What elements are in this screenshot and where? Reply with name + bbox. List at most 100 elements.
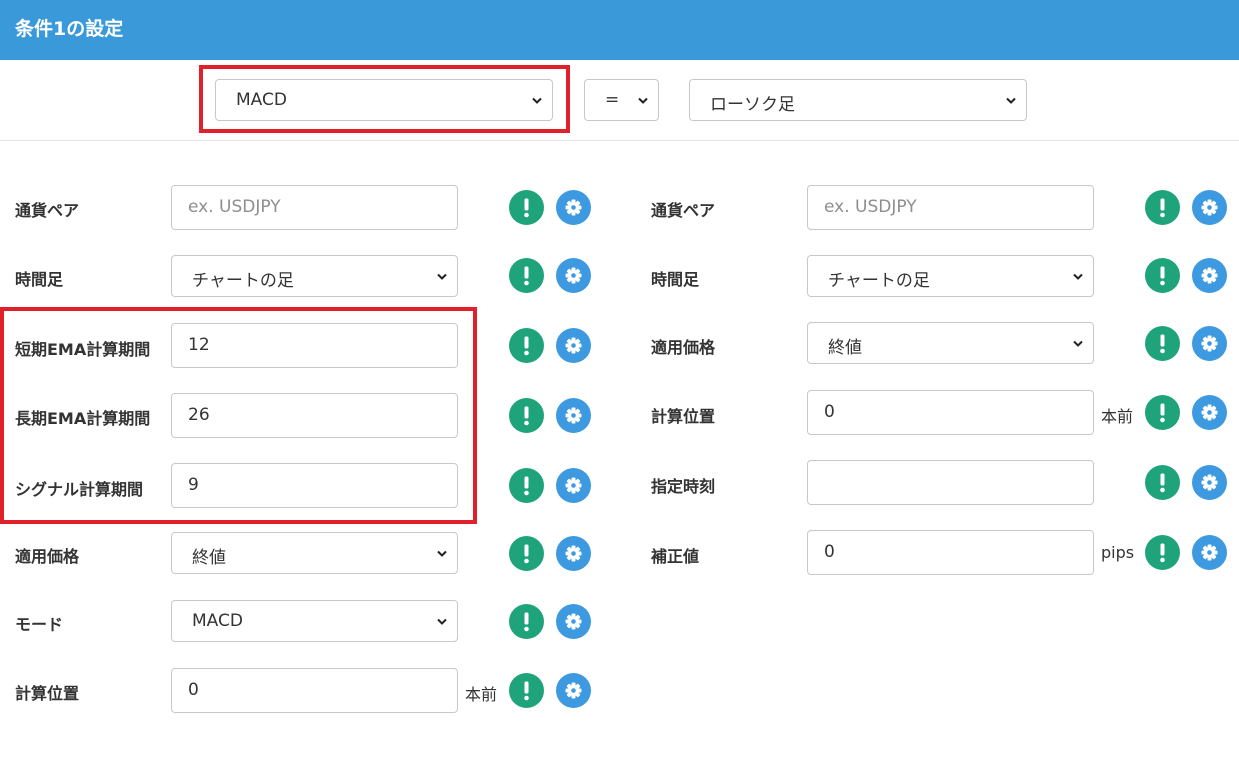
left-signal-settings-button[interactable] [556,468,591,503]
gear-icon [1201,335,1218,352]
gear-icon [1201,474,1218,491]
left-pair-input[interactable]: ex. USDJPY [171,185,458,230]
gear-icon [1201,267,1218,284]
right-price-select[interactable]: 終値 [807,322,1094,364]
chevron-down-icon [437,273,447,280]
condition-selector-row: MACD = ローソク足 [0,60,1239,141]
gear-icon [565,199,582,216]
right-price-value: 終値 [828,338,862,358]
left-price-info-button[interactable] [509,536,544,571]
right-price-info-button[interactable] [1145,326,1180,361]
right-time-input[interactable] [807,460,1094,505]
left-signal-info-button[interactable] [509,468,544,503]
left-mode-value: MACD [192,611,243,631]
gear-icon [565,407,582,424]
right-position-unit: 本前 [1101,407,1134,426]
gear-icon [1201,544,1218,561]
left-timeframe-label: 時間足 [15,270,64,289]
left-price-settings-button[interactable] [556,536,591,571]
gear-icon [565,613,582,630]
left-price-select[interactable]: 終値 [171,532,458,574]
gear-icon [565,337,582,354]
exclamation-icon [524,266,529,286]
right-price-label: 適用価格 [651,338,716,357]
right-pair-info-button[interactable] [1145,190,1180,225]
right-offset-label: 補正値 [651,547,700,566]
operator-select-value: = [605,90,620,110]
chevron-down-icon [1073,340,1083,347]
right-pair-settings-button[interactable] [1192,190,1227,225]
right-offset-settings-button[interactable] [1192,535,1227,570]
chevron-down-icon [437,618,447,625]
exclamation-icon [524,544,529,564]
chevron-down-icon [437,550,447,557]
page-header: 条件1の設定 [0,0,1239,60]
gear-icon [1201,199,1218,216]
exclamation-icon [1160,543,1165,563]
left-pair-settings-button[interactable] [556,190,591,225]
ema-params-highlight-box [0,307,477,524]
right-offset-input[interactable]: 0 [807,530,1094,575]
right-timeframe-value: チャートの足 [828,271,930,291]
right-offset-unit: pips [1101,543,1135,562]
right-timeframe-select[interactable]: チャートの足 [807,255,1094,297]
left-mode-settings-button[interactable] [556,604,591,639]
gear-icon [565,545,582,562]
chevron-down-icon [1073,273,1083,280]
exclamation-icon [524,681,529,701]
left-price-value: 終値 [192,548,226,568]
left-pair-label: 通貨ペア [15,201,80,220]
right-pair-label: 通貨ペア [651,201,716,220]
right-timeframe-label: 時間足 [651,270,700,289]
exclamation-icon [524,336,529,356]
right-time-label: 指定時刻 [651,477,716,496]
right-timeframe-info-button[interactable] [1145,258,1180,293]
gear-icon [565,477,582,494]
right-position-settings-button[interactable] [1192,395,1227,430]
left-timeframe-value: チャートの足 [192,271,294,291]
target-select[interactable]: ローソク足 [689,79,1027,121]
exclamation-icon [524,476,529,496]
left-position-settings-button[interactable] [556,673,591,708]
left-mode-select[interactable]: MACD [171,600,458,642]
right-offset-info-button[interactable] [1145,535,1180,570]
left-position-info-button[interactable] [509,673,544,708]
left-mode-info-button[interactable] [509,604,544,639]
left-timeframe-select[interactable]: チャートの足 [171,255,458,297]
operator-select[interactable]: = [584,79,659,121]
left-price-label: 適用価格 [15,547,80,566]
gear-icon [565,682,582,699]
left-pair-info-button[interactable] [509,190,544,225]
chevron-down-icon [1006,97,1016,104]
left-short-ema-settings-button[interactable] [556,328,591,363]
left-long-ema-settings-button[interactable] [556,398,591,433]
left-mode-label: モード [15,615,64,634]
exclamation-icon [1160,403,1165,423]
right-pair-input[interactable]: ex. USDJPY [807,185,1094,230]
exclamation-icon [1160,266,1165,286]
left-long-ema-info-button[interactable] [509,398,544,433]
right-position-input[interactable]: 0 [807,390,1094,435]
exclamation-icon [524,406,529,426]
exclamation-icon [1160,473,1165,493]
left-position-input[interactable]: 0 [171,668,458,713]
exclamation-icon [524,198,529,218]
right-position-label: 計算位置 [651,407,716,426]
left-timeframe-info-button[interactable] [509,258,544,293]
exclamation-icon [1160,198,1165,218]
left-position-label: 計算位置 [15,684,80,703]
gear-icon [1201,404,1218,421]
exclamation-icon [1160,334,1165,354]
target-select-value: ローソク足 [710,95,795,115]
left-timeframe-settings-button[interactable] [556,258,591,293]
exclamation-icon [524,612,529,632]
right-timeframe-settings-button[interactable] [1192,258,1227,293]
right-time-info-button[interactable] [1145,465,1180,500]
right-time-settings-button[interactable] [1192,465,1227,500]
page-title: 条件1の設定 [15,18,124,40]
gear-icon [565,267,582,284]
right-position-info-button[interactable] [1145,395,1180,430]
left-short-ema-info-button[interactable] [509,328,544,363]
chevron-down-icon [638,97,648,104]
right-price-settings-button[interactable] [1192,326,1227,361]
